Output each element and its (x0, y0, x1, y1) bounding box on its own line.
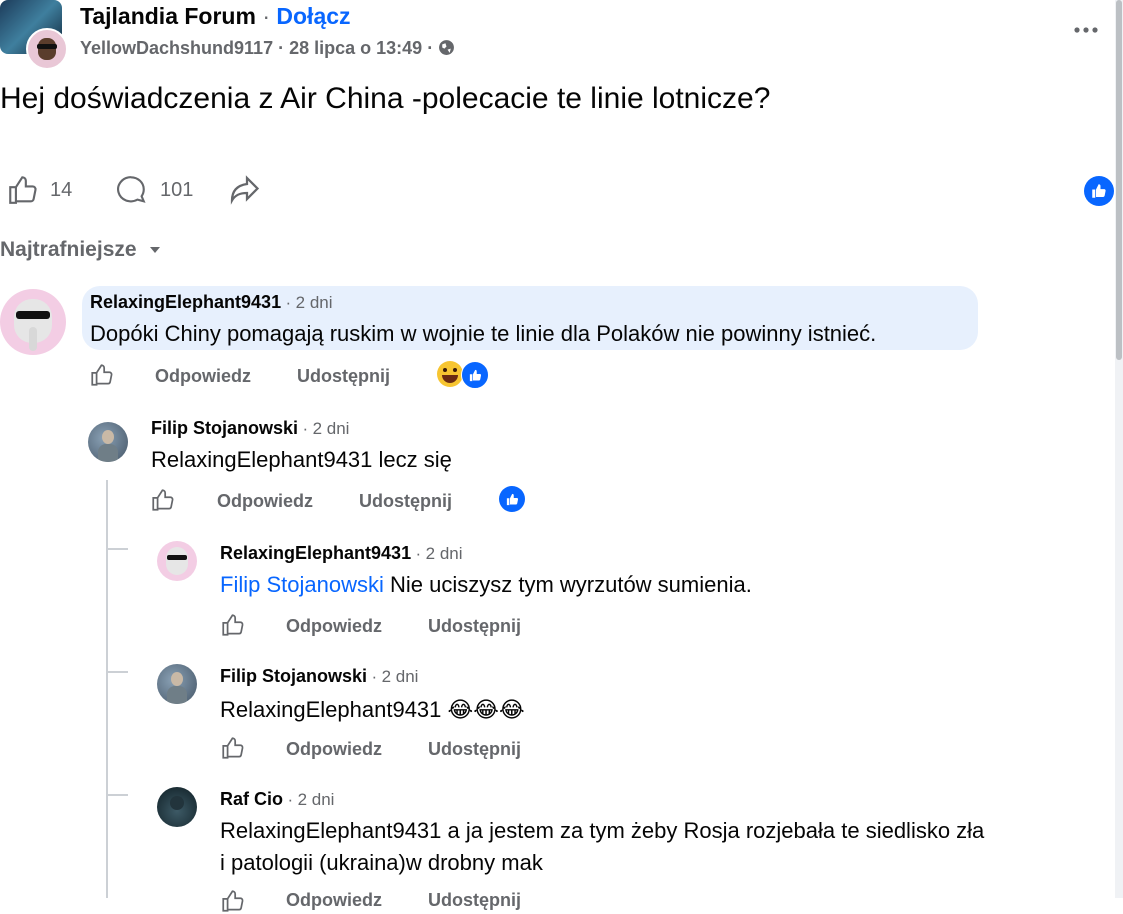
share-comment-button[interactable]: Udostępnij (428, 739, 521, 760)
share-comment-button[interactable]: Udostępnij (428, 890, 521, 911)
like-button[interactable] (220, 888, 246, 914)
sort-dropdown[interactable]: Najtrafniejsze (0, 238, 162, 262)
share-comment-button[interactable]: Udostępnij (428, 616, 521, 637)
like-button[interactable] (89, 362, 115, 388)
author-avatar[interactable] (26, 28, 68, 70)
mention-link[interactable]: Filip Stojanowski (220, 572, 384, 597)
thread-connector (106, 548, 128, 550)
more-dots-icon (1074, 27, 1098, 33)
comment-author[interactable]: Filip Stojanowski (220, 666, 367, 686)
share-comment-button[interactable]: Udostępnij (297, 366, 390, 387)
comment-author[interactable]: Raf Cio (220, 789, 283, 809)
separator: · (427, 38, 434, 58)
laugh-reaction-icon (437, 361, 463, 387)
separator: · (278, 38, 285, 58)
comment-time[interactable]: 2 dni (382, 667, 419, 686)
comment-button[interactable]: 101 (114, 172, 193, 208)
post-date[interactable]: 28 lipca o 13:49 (289, 38, 422, 58)
comment-text-line-2: i patologii (ukraina)w drobny mak (220, 850, 543, 875)
reply-button[interactable]: Odpowiedz (155, 366, 251, 387)
caret-down-icon (150, 247, 161, 253)
comment-time[interactable]: 2 dni (426, 544, 463, 563)
commenter-avatar[interactable] (157, 541, 197, 581)
separator: · (302, 419, 309, 438)
commenter-avatar[interactable] (157, 664, 197, 704)
separator: · (262, 3, 270, 29)
share-button[interactable] (226, 172, 262, 213)
laughing-emoji: 😂😂😂 (447, 698, 525, 723)
comment-count: 101 (160, 178, 194, 201)
like-button[interactable] (220, 735, 246, 761)
group-name[interactable]: Tajlandia Forum (80, 3, 256, 29)
like-reaction-icon (1084, 176, 1114, 206)
comment-text: Dopóki Chiny pomagają ruskim w wojnie te… (90, 321, 877, 346)
reply-button[interactable]: Odpowiedz (286, 739, 382, 760)
globe-icon (439, 40, 455, 55)
separator: · (415, 544, 422, 563)
scrollbar-thumb[interactable] (1116, 0, 1122, 360)
comment-time[interactable]: 2 dni (313, 419, 350, 438)
share-comment-button[interactable]: Udostępnij (359, 491, 452, 512)
join-link[interactable]: Dołącz (276, 3, 350, 29)
separator: · (285, 293, 292, 312)
post-author[interactable]: YellowDachshund9117 (80, 38, 273, 58)
comment-text-line-1: RelaxingElephant9431 a ja jestem za tym … (220, 818, 985, 843)
more-options-button[interactable] (1071, 18, 1101, 42)
thumbs-up-icon (9, 176, 37, 204)
thread-connector (106, 794, 128, 796)
comment-time[interactable]: 2 dni (296, 293, 333, 312)
thread-connector (106, 671, 128, 673)
sort-label: Najtrafniejsze (0, 238, 137, 261)
like-button[interactable]: 14 (6, 172, 72, 208)
share-arrow-icon (230, 175, 260, 205)
like-button[interactable] (150, 487, 176, 513)
comment-text: RelaxingElephant9431 lecz się (151, 447, 452, 472)
like-reaction-icon[interactable] (499, 486, 525, 512)
comment-author[interactable]: RelaxingElephant9431 (90, 292, 281, 312)
comment-time[interactable]: 2 dni (298, 790, 335, 809)
post-title: Hej doświadczenia z Air China -polecacie… (0, 82, 771, 115)
reply-button[interactable]: Odpowiedz (286, 890, 382, 911)
comment-author[interactable]: Filip Stojanowski (151, 418, 298, 438)
comment-bubble-icon (117, 176, 146, 203)
commenter-avatar[interactable] (157, 787, 197, 827)
like-reaction-icon (461, 361, 489, 389)
separator: · (287, 790, 294, 809)
reply-button[interactable]: Odpowiedz (217, 491, 313, 512)
comment-author[interactable]: RelaxingElephant9431 (220, 543, 411, 563)
like-count: 14 (50, 178, 73, 201)
like-button[interactable] (220, 612, 246, 638)
thread-line (106, 480, 108, 898)
comment-text: RelaxingElephant9431 (220, 697, 442, 722)
commenter-avatar[interactable] (88, 422, 128, 462)
commenter-avatar[interactable] (0, 289, 66, 355)
separator: · (371, 667, 378, 686)
reaction-summary[interactable] (437, 360, 489, 389)
comment-text: Nie uciszysz tym wyrzutów sumienia. (389, 572, 752, 597)
reply-button[interactable]: Odpowiedz (286, 616, 382, 637)
